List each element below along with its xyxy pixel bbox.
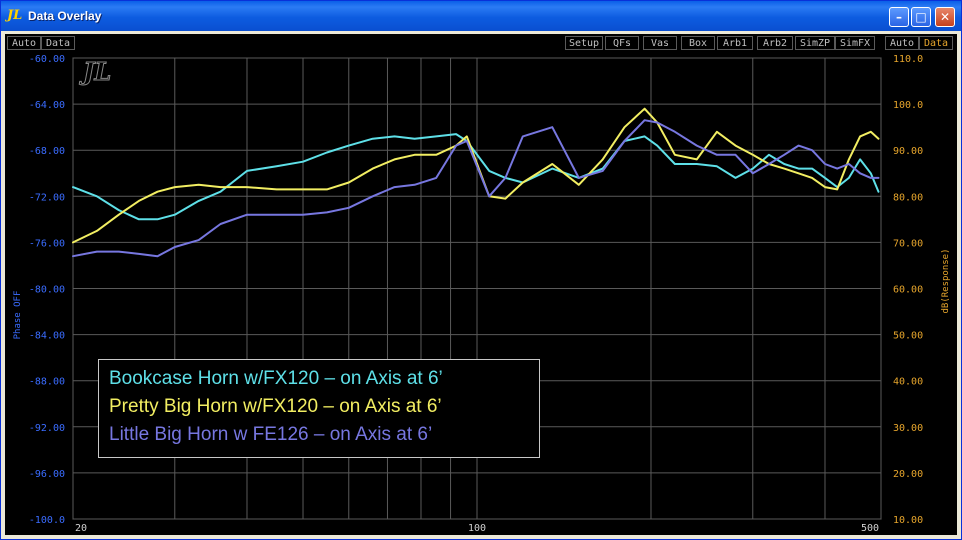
- jl-logo-watermark: JL: [79, 57, 112, 87]
- x-tick-label: 500: [861, 523, 879, 534]
- simzp-button[interactable]: SimZP: [795, 36, 835, 50]
- right-tick-label: 60.00: [893, 285, 923, 296]
- close-icon: ✕: [939, 10, 951, 24]
- left-axis-label: Phase OFF: [13, 291, 23, 340]
- close-button[interactable]: ✕: [935, 7, 955, 27]
- plot-area: JL -60.00 -64.00 -68.00 -72.00 -76.00 -80.00-…: [5, 53, 957, 535]
- data-left-button[interactable]: Data: [41, 36, 75, 50]
- minimize-icon: –: [896, 10, 902, 24]
- right-tick-label: 40.00: [893, 377, 923, 388]
- left-tick-label: -100.0: [29, 515, 65, 526]
- frequency-response-chart: JL -60.00-64.00-68.00-72.00-76.00-80.00-…: [13, 54, 951, 534]
- right-axis-ticks: 110.0 100.0 90.00 80.00 70.00 60.00 50.00 40.00…: [893, 54, 923, 526]
- series-line-2: [72, 107, 880, 244]
- right-tick-label: 100.0: [893, 100, 923, 111]
- simfx-button[interactable]: SimFX: [835, 36, 875, 50]
- left-tick-label: -72.00: [29, 192, 65, 203]
- right-tick-label: 70.00: [893, 238, 923, 249]
- legend-item-bookcase-horn: Bookcase Horn w/FX120 – on Axis at 6’: [109, 368, 443, 389]
- maximize-button[interactable]: □: [911, 7, 931, 27]
- right-tick-label: 80.00: [893, 192, 923, 203]
- right-tick-label: 30.00: [893, 423, 923, 434]
- box-button[interactable]: Box: [681, 36, 715, 50]
- left-tick-label: -96.00: [29, 469, 65, 480]
- right-tick-label: 110.0: [893, 54, 923, 65]
- data-right-button[interactable]: Data: [919, 36, 953, 50]
- series-line-1: [72, 133, 880, 221]
- legend: Bookcase Horn w/FX120 – on Axis at 6’ Pr…: [98, 359, 540, 458]
- series-lines: [72, 107, 880, 258]
- left-tick-label: -92.00: [29, 423, 65, 434]
- left-tick-label: -76.00: [29, 238, 65, 249]
- maximize-icon: □: [915, 10, 927, 24]
- left-tick-label: -84.00: [29, 331, 65, 342]
- setup-button[interactable]: Setup: [565, 36, 603, 50]
- right-tick-label: 90.00: [893, 146, 923, 157]
- x-tick-label: 20: [75, 523, 87, 534]
- minimize-button[interactable]: –: [889, 7, 909, 27]
- legend-item-little-big-horn: Little Big Horn w FE126 – on Axis at 6’: [109, 424, 433, 445]
- arb2-button[interactable]: Arb2: [757, 36, 793, 50]
- right-tick-label: 20.00: [893, 469, 923, 480]
- qfs-button[interactable]: QFs: [605, 36, 639, 50]
- left-tick-label: -80.00: [29, 285, 65, 296]
- right-tick-label: 50.00: [893, 331, 923, 342]
- title-bar[interactable]: JL Data Overlay – □ ✕: [1, 1, 961, 31]
- left-tick-label: -68.00: [29, 146, 65, 157]
- right-axis-label: dB(Response): [941, 248, 951, 313]
- left-tick-label: -60.00: [29, 54, 65, 65]
- arb1-button[interactable]: Arb1: [717, 36, 753, 50]
- svg-text:JL: JL: [79, 57, 111, 86]
- legend-item-pretty-big-horn: Pretty Big Horn w/FX120 – on Axis at 6’: [109, 396, 442, 417]
- window-title: Data Overlay: [28, 9, 102, 23]
- data-overlay-window: JL Data Overlay – □ ✕ Auto Data Setup QF…: [0, 0, 962, 540]
- auto-right-button[interactable]: Auto: [885, 36, 919, 50]
- toolbar: Auto Data Setup QFs Vas Box Arb1 Arb2 Si…: [5, 34, 957, 53]
- left-axis-ticks: -60.00 -64.00 -68.00 -72.00 -76.00 -80.00 -84.…: [29, 54, 65, 526]
- left-tick-label: -88.00: [29, 377, 65, 388]
- x-axis-ticks: 20 100 500: [75, 523, 879, 534]
- vas-button[interactable]: Vas: [643, 36, 677, 50]
- x-tick-label: 100: [468, 523, 486, 534]
- right-tick-label: 10.00: [893, 515, 923, 526]
- series-line-3: [72, 119, 880, 258]
- left-tick-label: -64.00: [29, 100, 65, 111]
- app-logo-icon: JL: [7, 8, 23, 23]
- auto-left-button[interactable]: Auto: [7, 36, 41, 50]
